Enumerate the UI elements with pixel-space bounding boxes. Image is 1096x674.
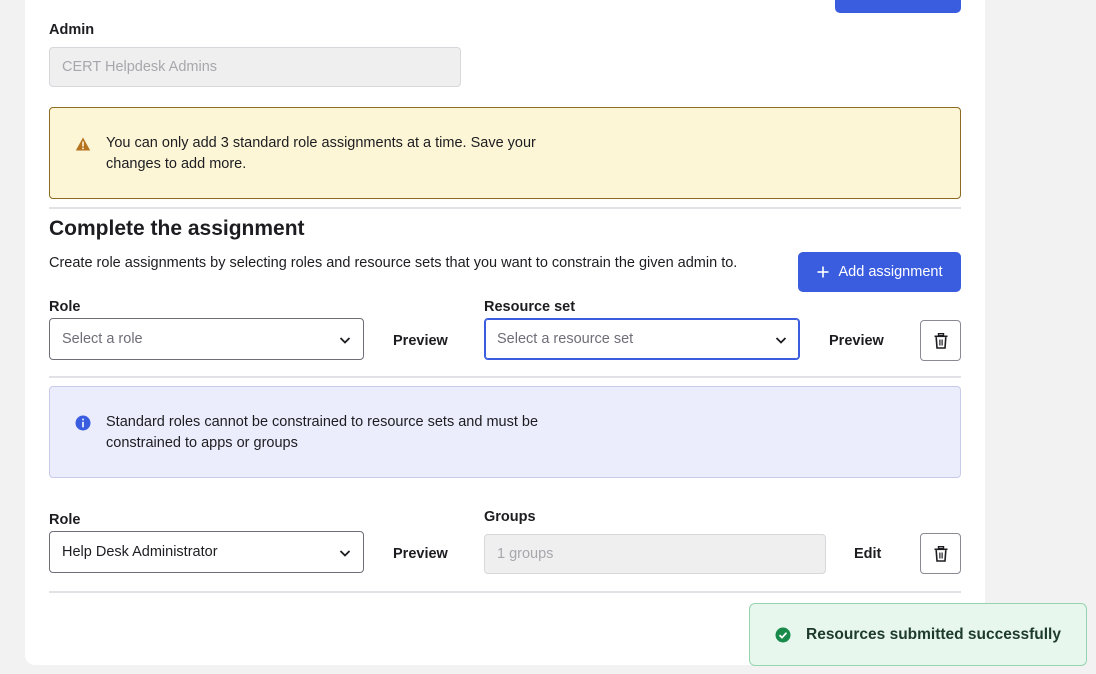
role-label: Role	[49, 299, 81, 315]
role-select-value: Help Desk Administrator	[62, 544, 218, 560]
info-circle-icon	[75, 415, 91, 431]
role-select-placeholder: Select a role	[62, 331, 143, 347]
trash-icon	[934, 545, 947, 562]
preview-resource-button[interactable]: Preview	[829, 333, 884, 349]
success-toast: Resources submitted successfully	[749, 603, 1087, 666]
section-title: Complete the assignment	[49, 217, 305, 240]
chevron-down-icon	[339, 337, 351, 344]
plus-icon	[817, 266, 828, 278]
chevron-down-icon	[775, 337, 787, 344]
preview-role-button[interactable]: Preview	[393, 333, 448, 349]
add-assignment-label: Add assignment	[838, 264, 943, 280]
admin-label: Admin	[49, 22, 95, 38]
top-primary-button[interactable]	[835, 0, 961, 13]
admin-field: CERT Helpdesk Admins	[49, 47, 461, 87]
resource-set-label: Resource set	[484, 299, 576, 315]
role-select[interactable]: Select a role	[49, 318, 364, 360]
delete-assignment-button[interactable]	[920, 533, 961, 574]
groups-field-value: 1 groups	[497, 546, 554, 562]
resource-set-select[interactable]: Select a resource set	[484, 318, 800, 360]
check-circle-icon	[775, 627, 791, 642]
admin-field-value: CERT Helpdesk Admins	[62, 59, 218, 75]
info-text: Standard roles cannot be constrained to …	[106, 414, 539, 451]
role-select[interactable]: Help Desk Administrator	[49, 531, 364, 573]
edit-groups-button[interactable]: Edit	[854, 546, 881, 562]
add-assignment-button[interactable]: Add assignment	[798, 252, 961, 292]
trash-icon	[934, 332, 947, 349]
section-description: Create role assignments by selecting rol…	[49, 255, 738, 271]
warning-text: You can only add 3 standard role assignm…	[106, 135, 536, 172]
divider	[49, 591, 961, 593]
warning-alert: You can only add 3 standard role assignm…	[49, 107, 961, 199]
preview-role-button[interactable]: Preview	[393, 546, 448, 562]
divider	[49, 207, 961, 209]
groups-field: 1 groups	[484, 534, 826, 574]
groups-label: Groups	[484, 509, 536, 525]
info-alert: Standard roles cannot be constrained to …	[49, 386, 961, 478]
delete-assignment-button[interactable]	[920, 320, 961, 361]
resource-set-select-placeholder: Select a resource set	[497, 331, 634, 347]
role-label: Role	[49, 512, 81, 528]
toast-message: Resources submitted successfully	[806, 625, 1061, 643]
divider	[49, 376, 961, 378]
warning-triangle-icon	[75, 137, 91, 151]
chevron-down-icon	[339, 550, 351, 557]
